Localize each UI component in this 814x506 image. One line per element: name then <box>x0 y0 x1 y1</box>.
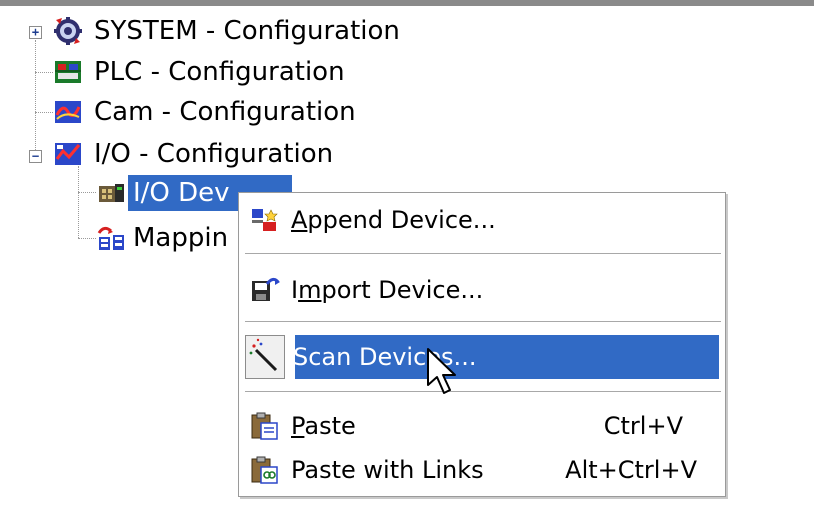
paste-icon <box>249 410 281 442</box>
tree-item-mappings[interactable]: Mappin <box>96 220 233 256</box>
tree-item-cam-configuration[interactable]: Cam - Configuration <box>53 94 361 130</box>
scan-wand-icon <box>245 335 285 379</box>
cam-config-icon <box>53 97 83 127</box>
io-devices-icon <box>96 178 126 208</box>
menu-separator <box>245 321 721 323</box>
tree-connector-line <box>78 238 96 239</box>
mouse-pointer-icon <box>427 348 456 394</box>
tree-item-label: SYSTEM - Configuration <box>94 16 400 46</box>
tree-item-system-configuration[interactable]: SYSTEM - Configuration <box>53 13 405 49</box>
menu-separator <box>245 391 721 393</box>
context-menu: Append Device... Import Device... Scan D… <box>238 192 726 497</box>
tree-connector-line <box>35 40 36 156</box>
paste-links-icon <box>249 454 281 486</box>
menu-item-scan-devices[interactable]: Scan Devices... <box>245 335 721 379</box>
menu-separator <box>245 253 721 255</box>
menu-item-shortcut: Ctrl+V <box>603 412 683 440</box>
tree-connector-line <box>35 112 53 113</box>
menu-item-label: Paste <box>291 412 356 440</box>
import-device-icon <box>249 274 281 306</box>
menu-item-label: Import Device... <box>291 276 484 304</box>
menu-item-paste[interactable]: Paste Ctrl+V <box>245 405 721 447</box>
tree-item-label: Mappin <box>133 223 229 253</box>
collapse-button[interactable]: − <box>29 150 42 163</box>
tree-item-io-configuration[interactable]: I/O - Configuration <box>53 136 338 172</box>
plc-config-icon <box>53 57 83 87</box>
io-config-icon <box>53 139 83 169</box>
expand-button[interactable]: + <box>29 26 42 39</box>
tree-connector-line <box>35 72 53 73</box>
tree-item-label: Cam - Configuration <box>94 97 356 127</box>
mappings-icon <box>96 223 126 253</box>
menu-item-import-device[interactable]: Import Device... <box>245 269 721 311</box>
tree-item-plc-configuration[interactable]: PLC - Configuration <box>53 54 350 90</box>
menu-item-label: Append Device... <box>291 206 496 234</box>
tree-item-label: PLC - Configuration <box>94 57 345 87</box>
menu-item-paste-with-links[interactable]: Paste with Links Alt+Ctrl+V <box>245 449 721 491</box>
tree-item-label: I/O - Configuration <box>94 139 334 169</box>
tree-connector-line <box>78 192 96 193</box>
menu-item-shortcut: Alt+Ctrl+V <box>565 456 697 484</box>
menu-item-append-device[interactable]: Append Device... <box>245 199 721 241</box>
menu-item-label: Paste with Links <box>291 456 484 484</box>
tree-connector-line <box>78 166 79 238</box>
append-device-icon <box>249 204 281 236</box>
system-config-icon <box>53 16 83 46</box>
